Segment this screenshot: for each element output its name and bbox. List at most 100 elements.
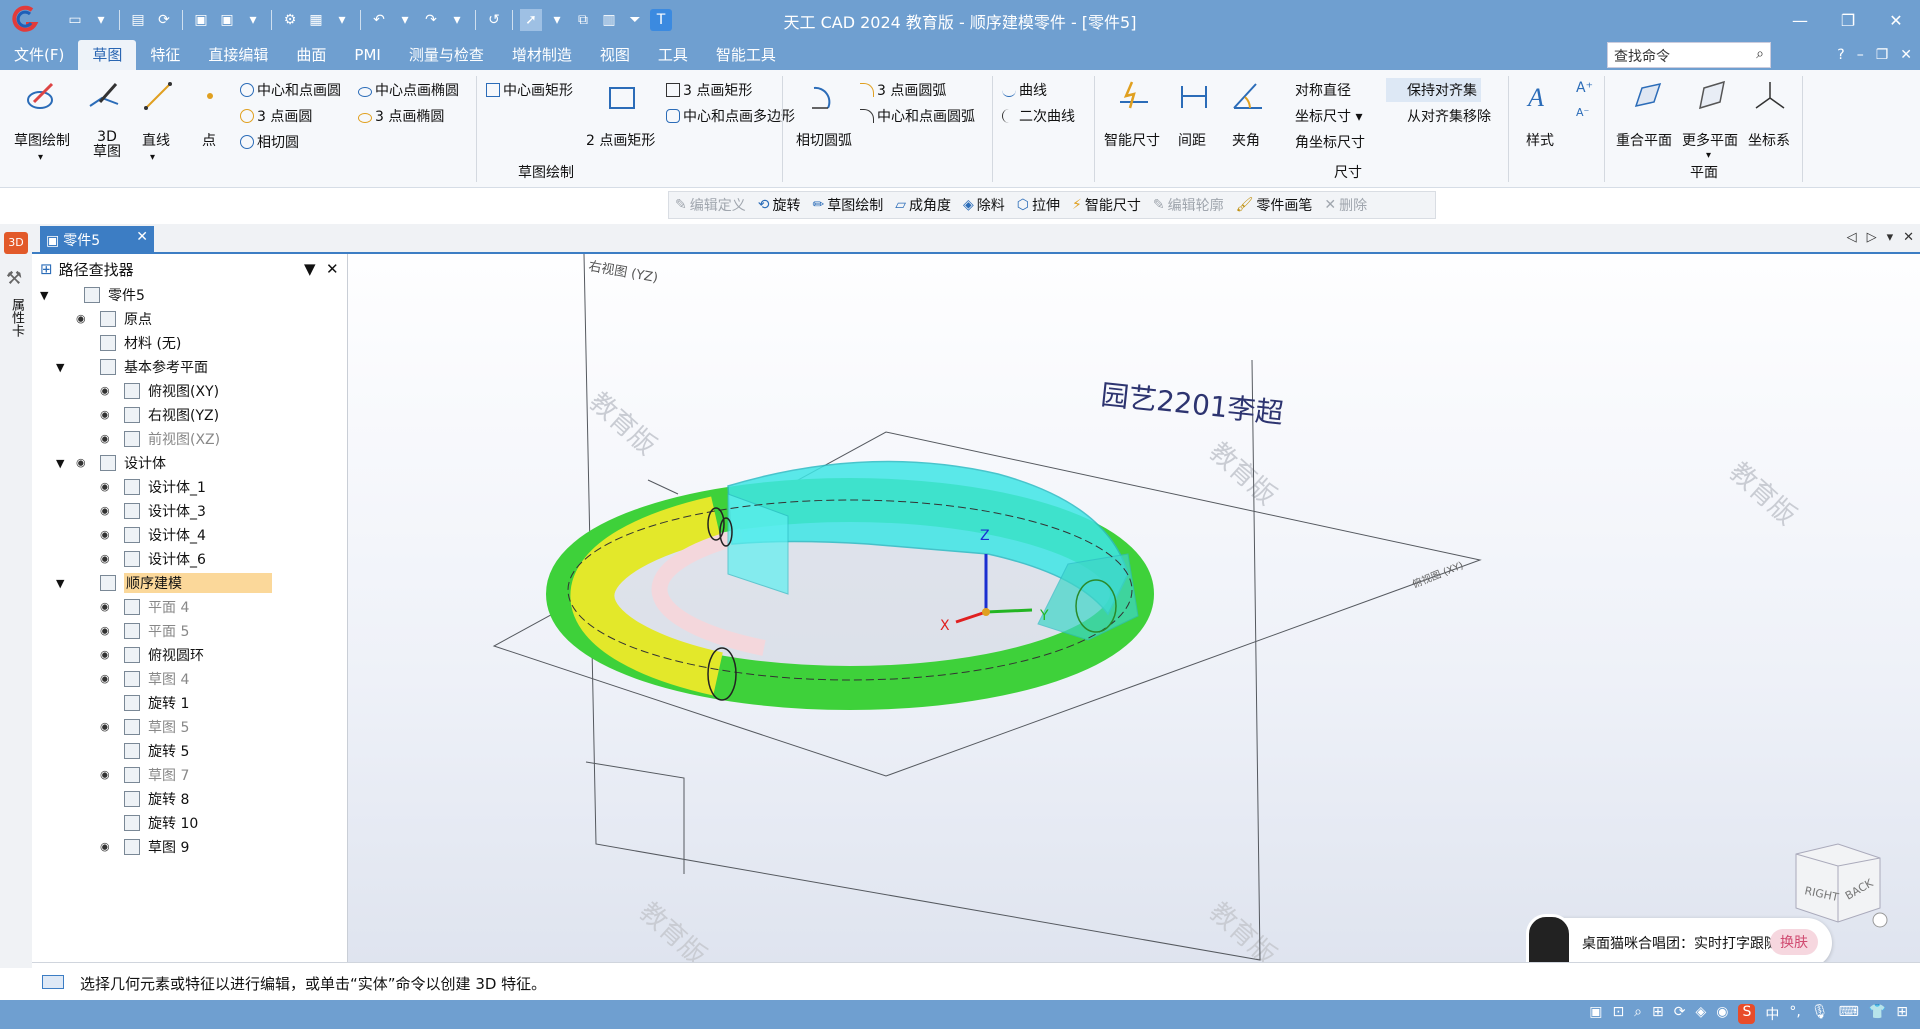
curve-button[interactable]: 曲线 (1002, 80, 1047, 100)
smart-dimension-button[interactable]: 智能尺寸 (1104, 130, 1160, 150)
3d-viewport[interactable]: 教育版 教育版 教育版 教育版 教育版 右视图 (YZ) 俯视图 (XY) 园艺… (348, 254, 1920, 962)
sketch-button[interactable]: ✏ 草图绘制 (806, 195, 889, 215)
hammer-icon[interactable]: ⚒ (6, 268, 22, 289)
tree-row[interactable]: ▼ 顺序建模 (56, 572, 272, 594)
restore-doc-icon[interactable]: ❐ (1876, 47, 1889, 63)
visibility-eye-icon[interactable]: ◉ (100, 625, 116, 636)
keyboard-icon[interactable]: ⌨ (1839, 1004, 1859, 1024)
visibility-eye-icon[interactable]: ◉ (100, 481, 116, 492)
pathfinder-close-icon[interactable]: ✕ (326, 260, 339, 278)
delete-button[interactable]: ✕ 删除 (1318, 195, 1373, 215)
menu-tools[interactable]: 工具 (644, 40, 702, 70)
ime-punct[interactable]: °, (1789, 1004, 1800, 1024)
display-mode-icon[interactable]: ◉ (1716, 1004, 1728, 1024)
minimize-doc-icon[interactable]: – (1857, 47, 1864, 63)
font-decrease-icon[interactable]: A⁻ (1576, 106, 1589, 119)
tree-row[interactable]: ▼ 零件5 (40, 284, 145, 306)
tree-row[interactable]: ◉ 右视图(YZ) (80, 404, 219, 426)
coincident-plane-icon[interactable] (1630, 78, 1666, 114)
revolve-button[interactable]: ⟲ 旋转 (752, 195, 807, 215)
tree-row[interactable]: ◉ 设计体_3 (80, 500, 206, 522)
angle-icon[interactable] (1230, 78, 1266, 114)
close-icon[interactable]: ✕ (1872, 0, 1920, 40)
zoom-icon[interactable]: ⌕ (1634, 1004, 1642, 1024)
arc-3pt-button[interactable]: 3 点画圆弧 (860, 80, 946, 100)
tree-row[interactable]: ◉ 设计体_1 (80, 476, 206, 498)
line-button[interactable]: 直线 (142, 130, 170, 150)
menu-sketch[interactable]: 草图 (78, 40, 137, 70)
tree-row[interactable]: 材料 (无) (56, 332, 181, 354)
ellipse-center-button[interactable]: 中心点画椭圆 (358, 80, 459, 100)
coordinate-system-button[interactable]: 坐标系 (1748, 130, 1790, 150)
minimize-icon[interactable]: — (1776, 0, 1824, 40)
menu-direct-edit[interactable]: 直接编辑 (194, 40, 282, 70)
ime-language[interactable]: 中 (1765, 1004, 1779, 1024)
remove-alignment-button[interactable]: 从对齐集移除 (1390, 106, 1491, 126)
model-canvas[interactable]: 教育版 教育版 教育版 教育版 教育版 右视图 (YZ) 俯视图 (XY) 园艺… (348, 254, 1920, 962)
conic-button[interactable]: 二次曲线 (1002, 106, 1075, 126)
menu-smart-tools[interactable]: 智能工具 (702, 40, 790, 70)
line-icon[interactable] (140, 78, 176, 114)
3d-badge[interactable]: 3D (4, 232, 28, 254)
spacing-icon[interactable] (1176, 78, 1212, 114)
tree-row[interactable]: 旋转 5 (80, 740, 189, 762)
rect-3pt-button[interactable]: 3 点画矩形 (666, 80, 752, 100)
chevron-down-icon[interactable]: ▾ (150, 152, 155, 163)
pathfinder-options-icon[interactable]: ▼ (304, 260, 316, 278)
rotate-view-icon[interactable]: ⟳ (1674, 1004, 1686, 1024)
point-button[interactable]: 点 (202, 130, 216, 150)
visibility-eye-icon[interactable]: ◉ (100, 433, 116, 444)
collapse-triangle-icon[interactable]: ▼ (40, 289, 52, 302)
visibility-eye-icon[interactable]: ◉ (100, 601, 116, 612)
tree-row[interactable]: ◉ 平面 4 (80, 596, 189, 618)
pan-icon[interactable]: ⊞ (1652, 1004, 1664, 1024)
tab-list-icon[interactable]: ▾ (1887, 230, 1894, 245)
change-skin-button[interactable]: 换肤 (1770, 929, 1818, 955)
visibility-eye-icon[interactable]: ◉ (100, 505, 116, 516)
microphone-icon[interactable]: 🎙 (1811, 1004, 1829, 1024)
edit-profile-button[interactable]: ✎ 编辑轮廓 (1147, 195, 1230, 215)
arc-center-button[interactable]: 中心和点画圆弧 (860, 106, 975, 126)
menu-surface[interactable]: 曲面 (282, 40, 340, 70)
visibility-eye-icon[interactable]: ◉ (100, 529, 116, 540)
skin-icon[interactable]: 👕 (1869, 1004, 1886, 1024)
part-painter-button[interactable]: 🖌 零件画笔 (1230, 195, 1319, 215)
visibility-eye-icon[interactable]: ◉ (100, 769, 116, 780)
angle-button[interactable]: 夹角 (1232, 130, 1260, 150)
point-icon[interactable] (192, 78, 228, 114)
close-all-icon[interactable]: ✕ (1903, 230, 1914, 245)
tree-row[interactable]: 旋转 1 (80, 692, 189, 714)
restore-icon[interactable]: ❐ (1824, 0, 1872, 40)
font-increase-icon[interactable]: A⁺ (1576, 80, 1593, 96)
smart-dimension-icon[interactable] (1116, 78, 1152, 114)
chevron-down-icon[interactable]: ▾ (38, 152, 43, 163)
command-search-input[interactable]: 查找命令 ⌕ (1607, 42, 1771, 68)
style-icon[interactable]: A (1524, 78, 1560, 114)
tree-row[interactable]: 旋转 10 (80, 812, 198, 834)
spacing-button[interactable]: 间距 (1178, 130, 1206, 150)
circle-3pt-button[interactable]: 3 点画圆 (240, 106, 312, 126)
tree-row[interactable]: ◉ 草图 5 (80, 716, 189, 738)
view-cube-close-icon[interactable] (1872, 912, 1888, 928)
tree-row[interactable]: ◉ 平面 5 (80, 620, 189, 642)
menu-measure[interactable]: 测量与检查 (395, 40, 498, 70)
rect-2pt-button[interactable]: 2 点画矩形 (586, 130, 655, 150)
menu-file[interactable]: 文件(F) (0, 40, 78, 70)
smart-dimension-cmd-button[interactable]: ⚡ 智能尺寸 (1066, 195, 1147, 215)
tree-row[interactable]: ◉ 设计体_4 (80, 524, 206, 546)
visibility-eye-icon[interactable]: ◉ (100, 721, 116, 732)
tab-prev-icon[interactable]: ◁ (1847, 230, 1857, 245)
extrude-button[interactable]: ⬡ 拉伸 (1011, 195, 1066, 215)
tree-row[interactable]: ◉ 设计体_6 (80, 548, 206, 570)
more-planes-icon[interactable] (1694, 78, 1730, 114)
properties-tab[interactable]: 属性卡 (8, 298, 24, 337)
coordinate-dimension-button[interactable]: 坐标尺寸 ▾ (1278, 106, 1362, 126)
tree-row[interactable]: ◉ 俯视图(XY) (80, 380, 219, 402)
chevron-down-icon[interactable]: ▾ (1706, 150, 1711, 161)
visibility-eye-icon[interactable]: ◉ (100, 649, 116, 660)
tree-row[interactable]: ◉ 草图 9 (80, 836, 189, 858)
tree-row[interactable]: ◉ 前视图(XZ) (80, 428, 220, 450)
more-planes-button[interactable]: 更多平面 (1682, 130, 1738, 150)
zoom-area-icon[interactable]: ⊡ (1612, 1004, 1624, 1024)
visibility-eye-icon[interactable]: ◉ (100, 553, 116, 564)
